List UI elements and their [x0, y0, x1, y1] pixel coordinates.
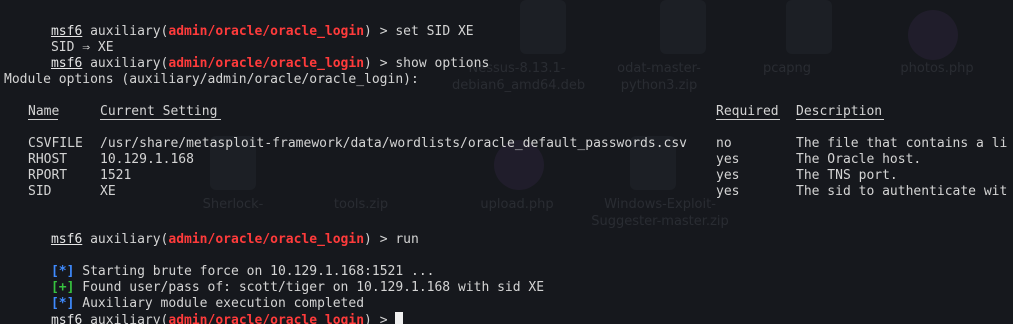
option-required: no: [716, 136, 732, 151]
option-name: RPORT: [28, 168, 68, 183]
option-required: yes: [716, 184, 740, 199]
prompt-line: msf6 auxiliary(admin/oracle/oracle_login…: [4, 216, 1013, 247]
options-table-rules: [4, 119, 1013, 136]
output-line: [*] Starting brute force on 10.129.1.168…: [4, 248, 1013, 279]
option-description: The sid to authenticate wit: [796, 184, 1008, 199]
header-underline: [716, 119, 780, 120]
option-name: CSVFILE: [28, 136, 83, 151]
terminal-output: msf6 auxiliary(admin/oracle/oracle_login…: [4, 0, 1013, 324]
column-description: Description: [796, 104, 883, 119]
prompt-line: msf6 auxiliary(admin/oracle/oracle_login…: [4, 40, 1013, 71]
option-required: yes: [716, 152, 740, 167]
option-description: The TNS port.: [796, 168, 898, 183]
option-current: /usr/share/metasploit-framework/data/wor…: [100, 136, 687, 151]
prompt-line: msf6 auxiliary(admin/oracle/oracle_login…: [4, 8, 1013, 39]
option-name: SID: [28, 184, 52, 199]
terminal-window[interactable]: Nessus-8.13.1-debian6_amd64.deb odat-mas…: [0, 0, 1013, 324]
msf-label: msf6: [50, 313, 83, 324]
options-table-header: Name Current Setting Required Descriptio…: [4, 104, 1013, 120]
header-underline: [28, 119, 58, 120]
options-heading: Module options (auxiliary/admin/oracle/o…: [4, 72, 419, 87]
table-row: CSVFILE /usr/share/metasploit-framework/…: [4, 136, 1013, 152]
option-description: The Oracle host.: [796, 152, 922, 167]
table-row: SID XE yes The sid to authenticate wit: [4, 184, 1013, 200]
option-current: XE: [100, 184, 116, 199]
option-current: 10.129.1.168: [100, 152, 194, 167]
option-required: yes: [716, 168, 740, 183]
header-underline: [796, 119, 884, 120]
output-line: [*] Auxiliary module execution completed: [4, 280, 1013, 311]
prompt-suffix: ) >: [364, 313, 396, 324]
prompt-line-active[interactable]: msf6 auxiliary(admin/oracle/oracle_login…: [4, 296, 1013, 324]
module-name: admin/oracle/oracle_login: [168, 313, 365, 324]
column-name: Name: [28, 104, 60, 119]
table-row: RHOST 10.129.1.168 yes The Oracle host.: [4, 152, 1013, 168]
column-required: Required: [716, 104, 779, 119]
option-description: The file that contains a li: [796, 136, 1008, 151]
option-current: 1521: [100, 168, 132, 183]
column-current-setting: Current Setting: [100, 104, 218, 119]
header-underline: [100, 119, 221, 120]
output-line: [+] Found user/pass of: scott/tiger on 1…: [4, 264, 1013, 295]
table-row: RPORT 1521 yes The TNS port.: [4, 168, 1013, 184]
text-cursor[interactable]: [395, 312, 404, 324]
prompt-prefix: auxiliary(: [82, 313, 169, 324]
output-line: SID ⇒ XE: [4, 24, 1013, 55]
option-name: RHOST: [28, 152, 68, 167]
